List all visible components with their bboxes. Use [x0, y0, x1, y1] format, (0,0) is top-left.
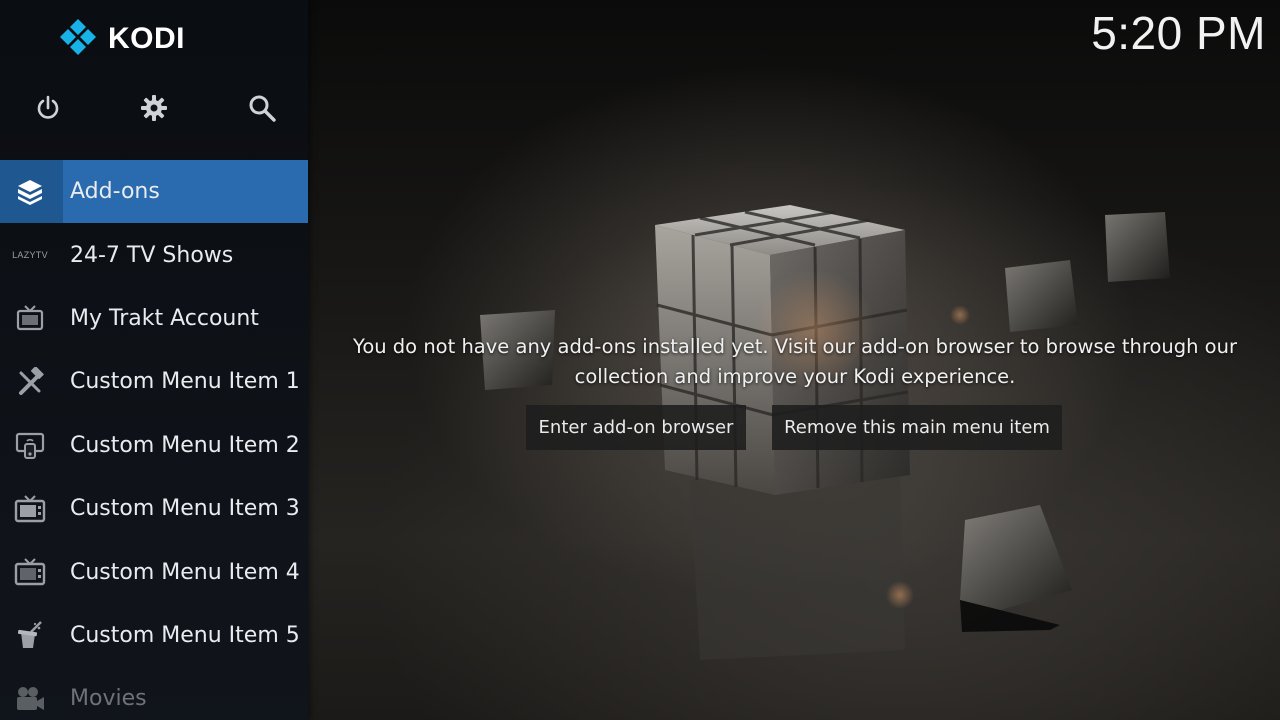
clock: 5:20 PM	[1091, 7, 1266, 59]
menu-item-label: Custom Menu Item 5	[70, 622, 300, 648]
tv-icon	[12, 491, 48, 527]
menu-item-custom-4[interactable]: Custom Menu Item 4	[0, 540, 308, 603]
tv-icon	[12, 554, 48, 590]
settings-button[interactable]	[132, 86, 176, 130]
tools-icon	[12, 364, 48, 400]
search-button[interactable]	[240, 86, 284, 130]
kodi-logo[interactable]: KODI	[58, 18, 185, 60]
lazytv-icon: LAZYTV	[12, 250, 48, 261]
settings-gear-icon	[141, 95, 167, 121]
menu-item-custom-2[interactable]: Custom Menu Item 2	[0, 414, 308, 477]
menu-item-custom-1[interactable]: Custom Menu Item 1	[0, 350, 308, 413]
menu-item-custom-3[interactable]: Custom Menu Item 3	[0, 477, 308, 540]
menu-item-addons[interactable]: Add-ons	[0, 160, 308, 224]
main-menu: Add-ons LAZYTV 24-7 TV Shows My Trakt Ac…	[0, 160, 308, 720]
top-icon-bar	[0, 86, 308, 130]
tv-icon	[12, 300, 48, 336]
remove-main-menu-item-button[interactable]: Remove this main menu item	[772, 405, 1062, 450]
menu-item-label: Movies	[70, 686, 147, 712]
cast-screen-icon	[12, 427, 48, 463]
addons-box-icon	[12, 174, 48, 210]
menu-item-label: 24-7 TV Shows	[70, 242, 234, 268]
menu-item-label: Custom Menu Item 4	[70, 559, 300, 585]
menu-item-label: My Trakt Account	[70, 305, 259, 331]
menu-item-24-7-tv-shows[interactable]: LAZYTV 24-7 TV Shows	[0, 223, 308, 286]
menu-item-my-trakt-account[interactable]: My Trakt Account	[0, 287, 308, 350]
empty-addons-message: You do not have any add-ons installed ye…	[353, 335, 1237, 388]
enter-addon-browser-button[interactable]: Enter add-on browser	[526, 405, 746, 450]
power-button[interactable]	[26, 86, 70, 130]
movie-camera-icon	[12, 681, 48, 717]
menu-item-label: Custom Menu Item 3	[70, 496, 300, 522]
menu-item-custom-5[interactable]: Custom Menu Item 5	[0, 604, 308, 667]
kodi-logo-icon	[60, 19, 96, 55]
sidebar: KODI Add-ons LAZYTV 24-7 TV Shows My Tra…	[0, 0, 308, 720]
menu-item-label: Custom Menu Item 2	[70, 432, 300, 458]
menu-item-label: Custom Menu Item 1	[70, 369, 300, 395]
magic-hat-icon	[12, 617, 48, 653]
search-icon	[249, 95, 276, 122]
menu-item-movies[interactable]: Movies	[0, 667, 308, 720]
menu-item-label: Add-ons	[70, 179, 160, 205]
power-icon	[37, 95, 59, 119]
kodi-logo-text: KODI	[108, 22, 185, 55]
